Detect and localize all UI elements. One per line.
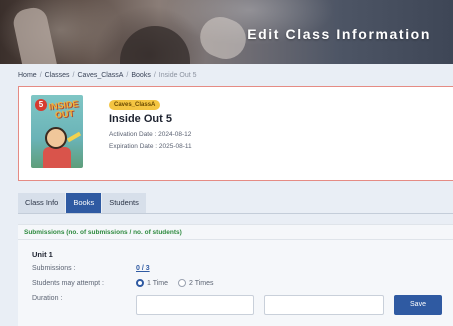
cover-illustration: [66, 131, 82, 143]
cover-title-line2: OUT: [54, 108, 75, 120]
cover-illustration: [43, 147, 71, 168]
breadcrumb-separator: /: [153, 72, 156, 79]
submissions-count-link[interactable]: 0 / 3: [136, 265, 150, 272]
duration-start-input[interactable]: [136, 295, 254, 315]
banner-decoration: [194, 11, 252, 64]
breadcrumb-separator: /: [126, 72, 129, 79]
expiration-date: Expiration Date : 2025-08-11: [109, 143, 192, 150]
divider: [18, 239, 453, 240]
unit-title: Unit 1: [32, 250, 53, 259]
submissions-label: Submissions :: [32, 265, 76, 272]
cover-title: INSIDE OUT: [46, 98, 82, 120]
submissions-panel: Submissions (no. of submissions / no. of…: [18, 224, 453, 326]
tab-books[interactable]: Books: [66, 193, 102, 213]
attempt-radio-group: 1 Time 2 Times: [136, 279, 224, 287]
attempt-label: Students may attempt :: [32, 280, 104, 287]
book-title: Inside Out 5: [109, 113, 172, 125]
attempt-option-label: 2 Times: [189, 279, 214, 287]
class-tag-badge: Caves_ClassA: [109, 100, 161, 110]
tab-class-info[interactable]: Class Info: [18, 193, 66, 213]
duration-label: Duration :: [32, 295, 63, 302]
breadcrumb-home[interactable]: Home: [18, 72, 37, 79]
breadcrumb-separator: /: [39, 72, 42, 79]
submissions-header: Submissions (no. of submissions / no. of…: [24, 229, 182, 236]
banner-decoration: [11, 5, 59, 64]
breadcrumb-books[interactable]: Books: [131, 72, 150, 79]
book-cover-image: 5 INSIDE OUT: [31, 95, 83, 168]
breadcrumb-separator: /: [72, 72, 75, 79]
breadcrumb-current: Inside Out 5: [158, 72, 197, 79]
page-title: Edit Class Information: [247, 26, 431, 42]
save-button[interactable]: Save: [394, 295, 442, 315]
tab-bar: Class Info Books Students: [18, 193, 147, 213]
tab-students[interactable]: Students: [102, 193, 146, 213]
attempt-option-label: 1 Time: [147, 279, 169, 287]
activation-date: Activation Date : 2024-08-12: [109, 131, 192, 138]
breadcrumb-class[interactable]: Caves_ClassA: [78, 72, 124, 79]
book-card: 5 INSIDE OUT Caves_ClassA Inside Out 5 A…: [18, 86, 453, 181]
tab-divider: [18, 213, 453, 214]
attempt-radio-2-times[interactable]: [178, 279, 187, 287]
duration-end-input[interactable]: [264, 295, 384, 315]
attempt-radio-1-time[interactable]: [136, 279, 144, 287]
breadcrumb: Home / Classes / Caves_ClassA / Books / Inside O…: [18, 72, 197, 79]
header-banner: Edit Class Information: [0, 0, 453, 64]
banner-decoration: [120, 26, 190, 64]
cover-illustration: [45, 127, 67, 149]
breadcrumb-classes[interactable]: Classes: [45, 72, 70, 79]
cover-number: 5: [35, 99, 47, 111]
